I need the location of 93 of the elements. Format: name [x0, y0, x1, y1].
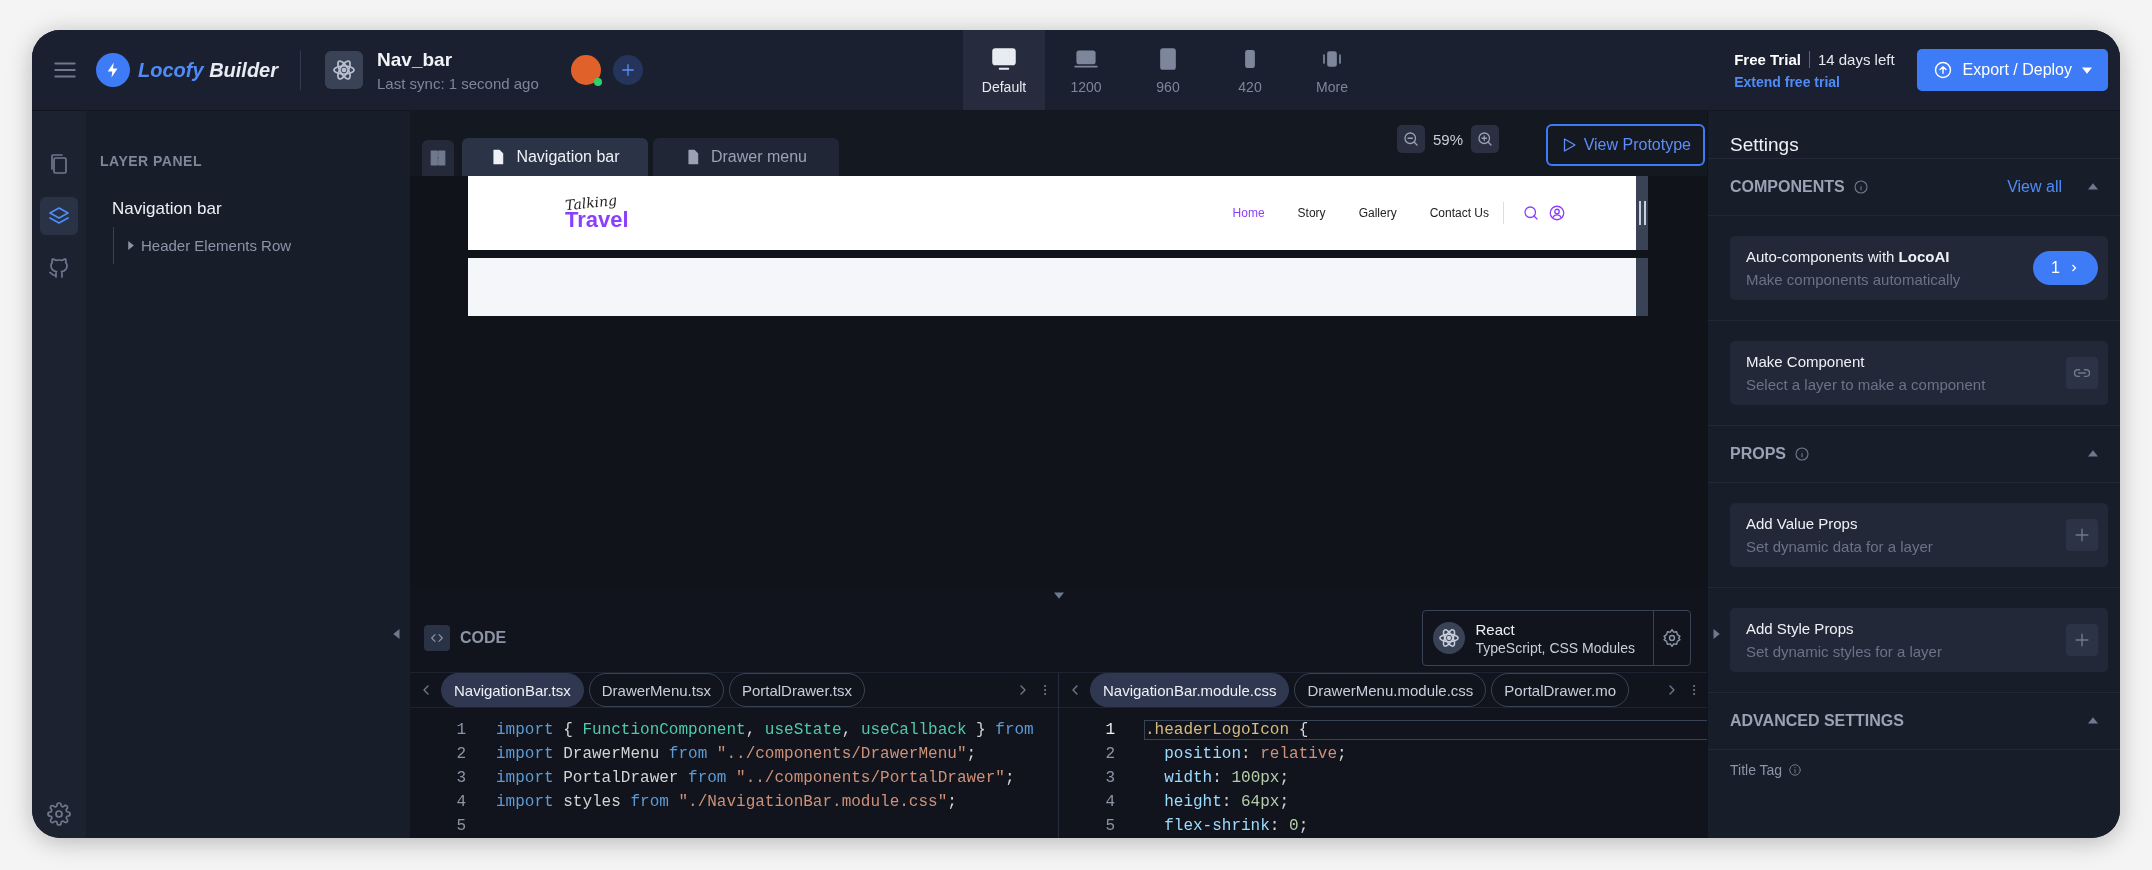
project-name: Nav_bar — [377, 48, 454, 71]
device-tab[interactable]: Default — [963, 30, 1045, 110]
section-title: ADVANCED SETTINGS — [1730, 712, 1904, 730]
zoom-in-button[interactable] — [1471, 125, 1499, 153]
count-button[interactable]: 1 — [2033, 251, 2098, 285]
line-number: 4 — [455, 793, 467, 811]
view-prototype-button[interactable]: View Prototype — [1545, 124, 1705, 166]
code-line: import PortalDrawer from "../components/PortalDrawer"; — [496, 769, 1016, 787]
card-title: Add Style Props — [1746, 620, 1855, 637]
github-icon — [47, 256, 71, 280]
avatar[interactable] — [570, 55, 601, 85]
code-line: width: 100px; — [1163, 769, 1291, 787]
file-tab[interactable]: NavigationBar.tsx — [441, 673, 584, 707]
panel-title: LAYER PANEL — [100, 153, 203, 169]
nav-link[interactable]: Gallery — [1358, 206, 1397, 220]
device-tab[interactable]: More — [1291, 30, 1373, 110]
code-line: position: relative; — [1163, 745, 1348, 763]
line-number: 2 — [455, 745, 467, 763]
add-button[interactable] — [2066, 519, 2098, 551]
page-tab[interactable]: Drawer menu — [653, 138, 839, 176]
card-title: Auto-components with LocoAI — [1746, 248, 1951, 265]
days-left: 14 days left — [1817, 50, 1895, 68]
nav-link[interactable]: Contact Us — [1429, 206, 1489, 220]
view-all-link[interactable]: View all — [2007, 178, 2062, 196]
line-number: 3 — [455, 769, 467, 787]
line-number: 1 — [455, 721, 467, 739]
brand-name: Locofy Builder — [138, 58, 279, 82]
line-number: 1 — [1104, 721, 1116, 739]
code-line: height: 64px; — [1163, 793, 1291, 811]
link-button[interactable] — [2066, 357, 2098, 389]
page-tab[interactable]: Navigation bar — [462, 138, 648, 176]
sync-status: Last sync: 1 second ago — [377, 74, 539, 92]
section-title: COMPONENTS — [1730, 178, 1845, 196]
device-tab[interactable]: 960 — [1127, 30, 1209, 110]
zoom-out-button[interactable] — [1396, 125, 1425, 153]
scrollbar-track — [1636, 258, 1648, 316]
grid-icon — [429, 149, 447, 167]
bolt-logo-icon — [96, 53, 130, 87]
code-line: import styles from "./NavigationBar.module.css"; — [496, 793, 958, 811]
zoom-in-icon — [1476, 130, 1494, 148]
line-number: 2 — [1104, 745, 1116, 763]
code-line: import { FunctionComponent, useState, useCallback } from — [496, 721, 1035, 739]
expand-icon[interactable] — [126, 241, 135, 250]
panel-title: Settings — [1708, 111, 2120, 159]
collapse-icon[interactable] — [2088, 449, 2098, 459]
card-subtitle: Select a layer to make a component — [1746, 376, 1986, 393]
monitor-icon — [990, 45, 1018, 72]
upload-icon — [1932, 60, 1953, 80]
section-title: PROPS — [1730, 445, 1786, 463]
card-subtitle: Make components automatically — [1746, 271, 1961, 288]
device-tab[interactable]: 1200 — [1045, 30, 1127, 110]
collapse-icon[interactable] — [2088, 182, 2098, 192]
framework-selector[interactable]: React TypeScript, CSS Modules — [1422, 610, 1691, 666]
card-subtitle: Set dynamic styles for a layer — [1746, 643, 1942, 660]
layer-item[interactable]: Navigation bar — [112, 199, 410, 219]
collapse-left-icon[interactable] — [392, 629, 402, 639]
add-user-button[interactable] — [612, 55, 643, 85]
card-title: Make Component — [1746, 353, 1866, 370]
line-number: 3 — [1104, 769, 1116, 787]
code-line: .headerLogoIcon { — [1145, 721, 1707, 739]
line-number: 5 — [1104, 817, 1116, 835]
line-number: 5 — [455, 817, 467, 835]
scrollbar[interactable] — [1636, 176, 1648, 250]
collapse-icon[interactable] — [1053, 590, 1064, 600]
user-icon[interactable] — [1548, 204, 1566, 222]
export-button[interactable]: Export / Deploy — [1916, 49, 2108, 91]
nav-link[interactable]: Home — [1232, 206, 1265, 220]
file-icon — [685, 149, 701, 165]
card-title: Add Value Props — [1746, 515, 1859, 532]
collapse-icon[interactable] — [2088, 716, 2098, 726]
sidebar-button[interactable] — [40, 197, 78, 235]
file-tab[interactable]: NavigationBar.module.css — [1090, 673, 1290, 707]
code-line: import DrawerMenu from "../components/DrawerMenu"; — [496, 745, 978, 763]
info-icon — [1788, 763, 1803, 777]
nav-link[interactable]: Story — [1297, 206, 1326, 220]
section-title: CODE — [460, 629, 507, 647]
add-button[interactable] — [2066, 624, 2098, 656]
code-line: flex-shrink: 0; — [1163, 817, 1310, 835]
zoom-level: 59% — [1432, 130, 1463, 148]
grid-button[interactable] — [422, 140, 454, 176]
device-tab[interactable]: 420 — [1209, 30, 1291, 110]
settings-icon — [1662, 628, 1682, 648]
zoom-out-icon — [1401, 130, 1420, 148]
atom-icon — [332, 58, 357, 82]
search-icon[interactable] — [1522, 204, 1540, 222]
card-subtitle: Set dynamic data for a layer — [1746, 538, 1933, 555]
line-number: 4 — [1104, 793, 1116, 811]
caret-icon — [2082, 65, 2092, 75]
atom-icon — [1438, 627, 1461, 649]
settings-icon[interactable] — [47, 802, 71, 826]
extend-trial-link[interactable]: Extend free trial — [1734, 73, 1895, 90]
trial-label: Free Trial — [1734, 50, 1810, 68]
field-label: Title Tag — [1730, 762, 1783, 778]
